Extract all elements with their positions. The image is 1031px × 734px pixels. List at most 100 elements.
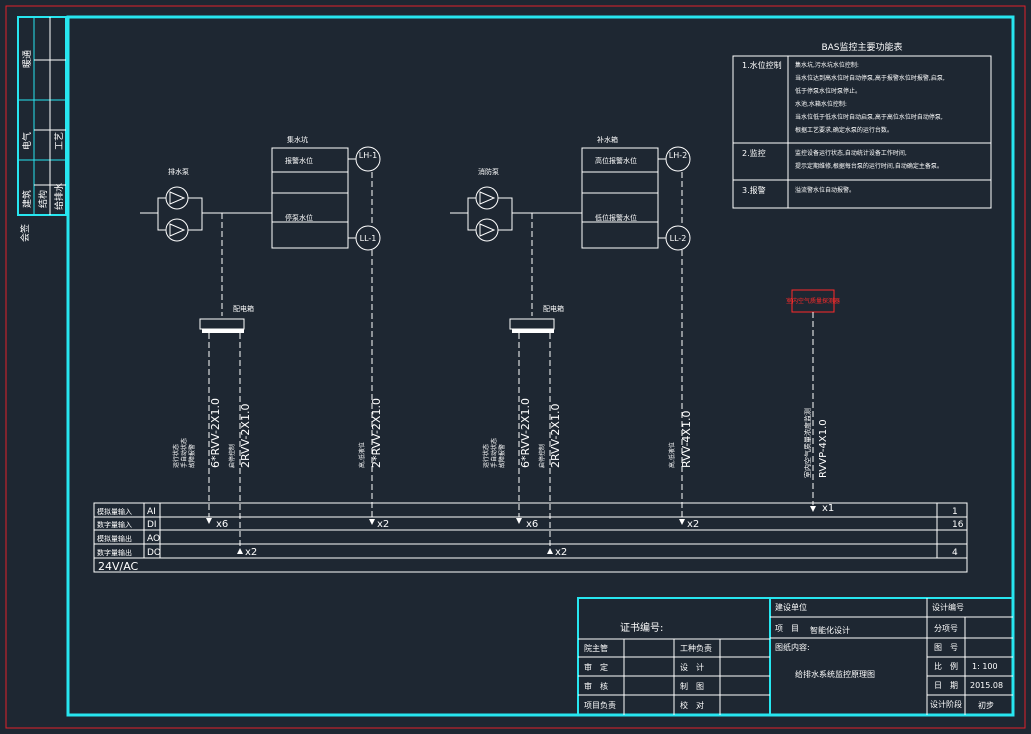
design-no-label: 设计编号 [932, 602, 964, 612]
title-block-role: 项目负责 [584, 700, 616, 710]
pump-1-triangle [169, 191, 186, 205]
detector-ai-count: x1 [822, 503, 834, 514]
drawing-name: 给排水系统监控原理图 [795, 669, 875, 679]
drawing-no-label: 图 号 [934, 643, 958, 652]
inner-frame [66, 15, 1015, 717]
io-row-code: AO [147, 534, 160, 544]
tank-label: 补水箱 [597, 135, 618, 144]
do-count-pump: x2 [245, 547, 257, 558]
bas-row-line: 根据工艺要求,确定水泵的运行台数。 [795, 126, 893, 134]
countersign-block: 暖通 电气 工艺 建筑 结构 给排水 会签 [17, 16, 67, 242]
bas-row-line: 集水坑,污水坑水位控制: [795, 61, 859, 69]
side-label-architecture: 建筑 [21, 190, 33, 208]
distribution-box [509, 318, 555, 330]
title-block-role: 校 对 [680, 700, 704, 710]
di-count-pump: x6 [216, 519, 228, 530]
bas-row-line: 水池,水箱水位控制: [795, 100, 847, 108]
countersign-label: 会签 [19, 224, 31, 242]
detector-cable-desc: 室内空气质量浓度监测 [803, 408, 812, 478]
io-row-code: AI [147, 507, 156, 517]
io-row-label: 模拟量输入 [97, 507, 132, 516]
bas-row-line: 溢流警水位自动报警。 [795, 186, 855, 194]
project-label: 项 目 [775, 624, 799, 633]
cable1-desc-3: 故障报警 [498, 444, 506, 468]
pump-inlet-pipe [157, 197, 166, 231]
detector-label: 室内空气质量探测器 [786, 297, 840, 305]
bas-row-line: 监控设备运行状态,自动统计设备工作时间, [795, 149, 907, 157]
bas-row-line: 低于停泵水位时泵停止。 [795, 87, 861, 95]
date-label: 日 期 [934, 681, 958, 690]
project-value: 智能化设计 [810, 625, 850, 635]
title-block-role: 审 定 [584, 662, 608, 672]
pump-label: 排水泵 [168, 167, 189, 176]
drainage-pump-section: 排水泵 集水坑报警水位停泵水位 LH-1 LL-1 配电箱运行状态 手自动状态 故障报警 6*… [140, 135, 389, 558]
title-block-role: 制 图 [680, 681, 704, 691]
distribution-box-label: 配电箱 [543, 304, 564, 313]
do-count-pump: x2 [555, 547, 567, 558]
bas-row-name: 3.报警 [742, 185, 766, 195]
bas-table-title: BAS监控主要功能表 [821, 41, 902, 53]
side-label-process: 工艺 [54, 132, 65, 150]
title-block-role: 设 计 [680, 662, 704, 672]
cable3-spec: RVV-4X1.0 [680, 411, 693, 468]
io-row-code: DI [147, 520, 157, 530]
pump-2-triangle [169, 223, 186, 237]
side-label-plumbing: 给排水 [53, 183, 65, 210]
bas-row-line: 提示定期维修,根据每台泵的运行时间,自动确定主备泵。 [795, 162, 943, 170]
io-row-label: 数字量输出 [97, 548, 132, 557]
title-block: 证书编号: 建设单位 项 目 智能化设计 图纸内容: 给排水系统监控原理图 设计… [577, 597, 1014, 716]
distribution-box-base [202, 329, 244, 333]
title-block-role: 工种负责 [680, 643, 712, 653]
air-quality-detector: 室内空气质量探测器 室内空气质量浓度监测 RVVP-4X1.0 x1 [786, 289, 840, 514]
cable1-desc-2: 手自动状态 [490, 438, 498, 468]
cable3-desc: 高,低液位 [358, 442, 366, 468]
do-arrow [237, 548, 243, 554]
pump-inlet-pipe [467, 197, 476, 231]
client-label: 建设单位 [775, 602, 807, 612]
tank-level-high: 高位报警水位 [595, 156, 637, 165]
title-block-role: 院主管 [584, 643, 608, 653]
power-supply-label: 24V/AC [98, 560, 139, 573]
di-count-pump: x6 [526, 519, 538, 530]
di-arrow [206, 518, 212, 524]
di-count-sensor: x2 [687, 519, 699, 530]
drawing-content-label: 图纸内容: [775, 642, 810, 652]
bas-function-table: BAS监控主要功能表 1.水位控制 集水坑,污水坑水位控制: 当水位达到高水位时自动… [732, 41, 992, 209]
io-row-total: 4 [952, 548, 958, 558]
io-point-table: 模拟量输入 AI 1 数字量输入 DI 16 模拟量输出 AO 数字量输出 DO 4 24V/AC [93, 502, 968, 573]
io-row-code: DO [147, 548, 161, 558]
io-row-label: 模拟量输出 [97, 534, 132, 543]
cable3-desc: 高,低液位 [668, 442, 676, 468]
tank-level-low: 停泵水位 [285, 213, 313, 222]
cable1-desc-3: 故障报警 [188, 444, 196, 468]
sensor-arrow [679, 519, 685, 525]
side-label-structure: 结构 [37, 190, 49, 208]
side-label-hvac: 暖通 [21, 50, 33, 68]
pump-outlet-pipe [498, 197, 513, 231]
cable1-spec: 6*RVV-2X1.0 [519, 398, 532, 468]
distribution-box-label: 配电箱 [233, 304, 254, 313]
sub-item-label: 分项号 [934, 624, 958, 633]
title-block-role: 审 核 [584, 681, 608, 691]
do-arrow [547, 548, 553, 554]
cable2-spec: 2RVV-2X1.0 [239, 404, 252, 468]
cable1-desc-2: 手自动状态 [180, 438, 188, 468]
cable1-desc-1: 运行状态 [172, 444, 180, 468]
date-value: 2015.08 [970, 681, 1003, 690]
distribution-box [199, 318, 245, 330]
stage-value: 初步 [978, 700, 994, 710]
drawing-canvas: 暖通 电气 工艺 建筑 结构 给排水 会签 排水泵 集水坑报警水位停泵水位 LH-1… [5, 5, 1026, 729]
side-label-electrical: 电气 [21, 132, 33, 150]
cert-label: 证书编号: [620, 621, 663, 634]
bas-row-name: 2.监控 [742, 148, 766, 158]
pump-label: 消防泵 [478, 167, 499, 176]
bas-row-line: 当水位达到高水位时自动停泵,高于报警水位时报警,启泵, [795, 74, 945, 82]
distribution-box-base [512, 329, 554, 333]
cable1-desc-1: 运行状态 [482, 444, 490, 468]
sensor-arrow [369, 519, 375, 525]
cable2-desc: 启停控制 [538, 444, 546, 468]
level-sensor-low-tag: LL-1 [360, 234, 377, 243]
tank-label: 集水坑 [287, 135, 308, 144]
pump-1-triangle [479, 191, 496, 205]
tank-level-high: 报警水位 [285, 156, 313, 165]
